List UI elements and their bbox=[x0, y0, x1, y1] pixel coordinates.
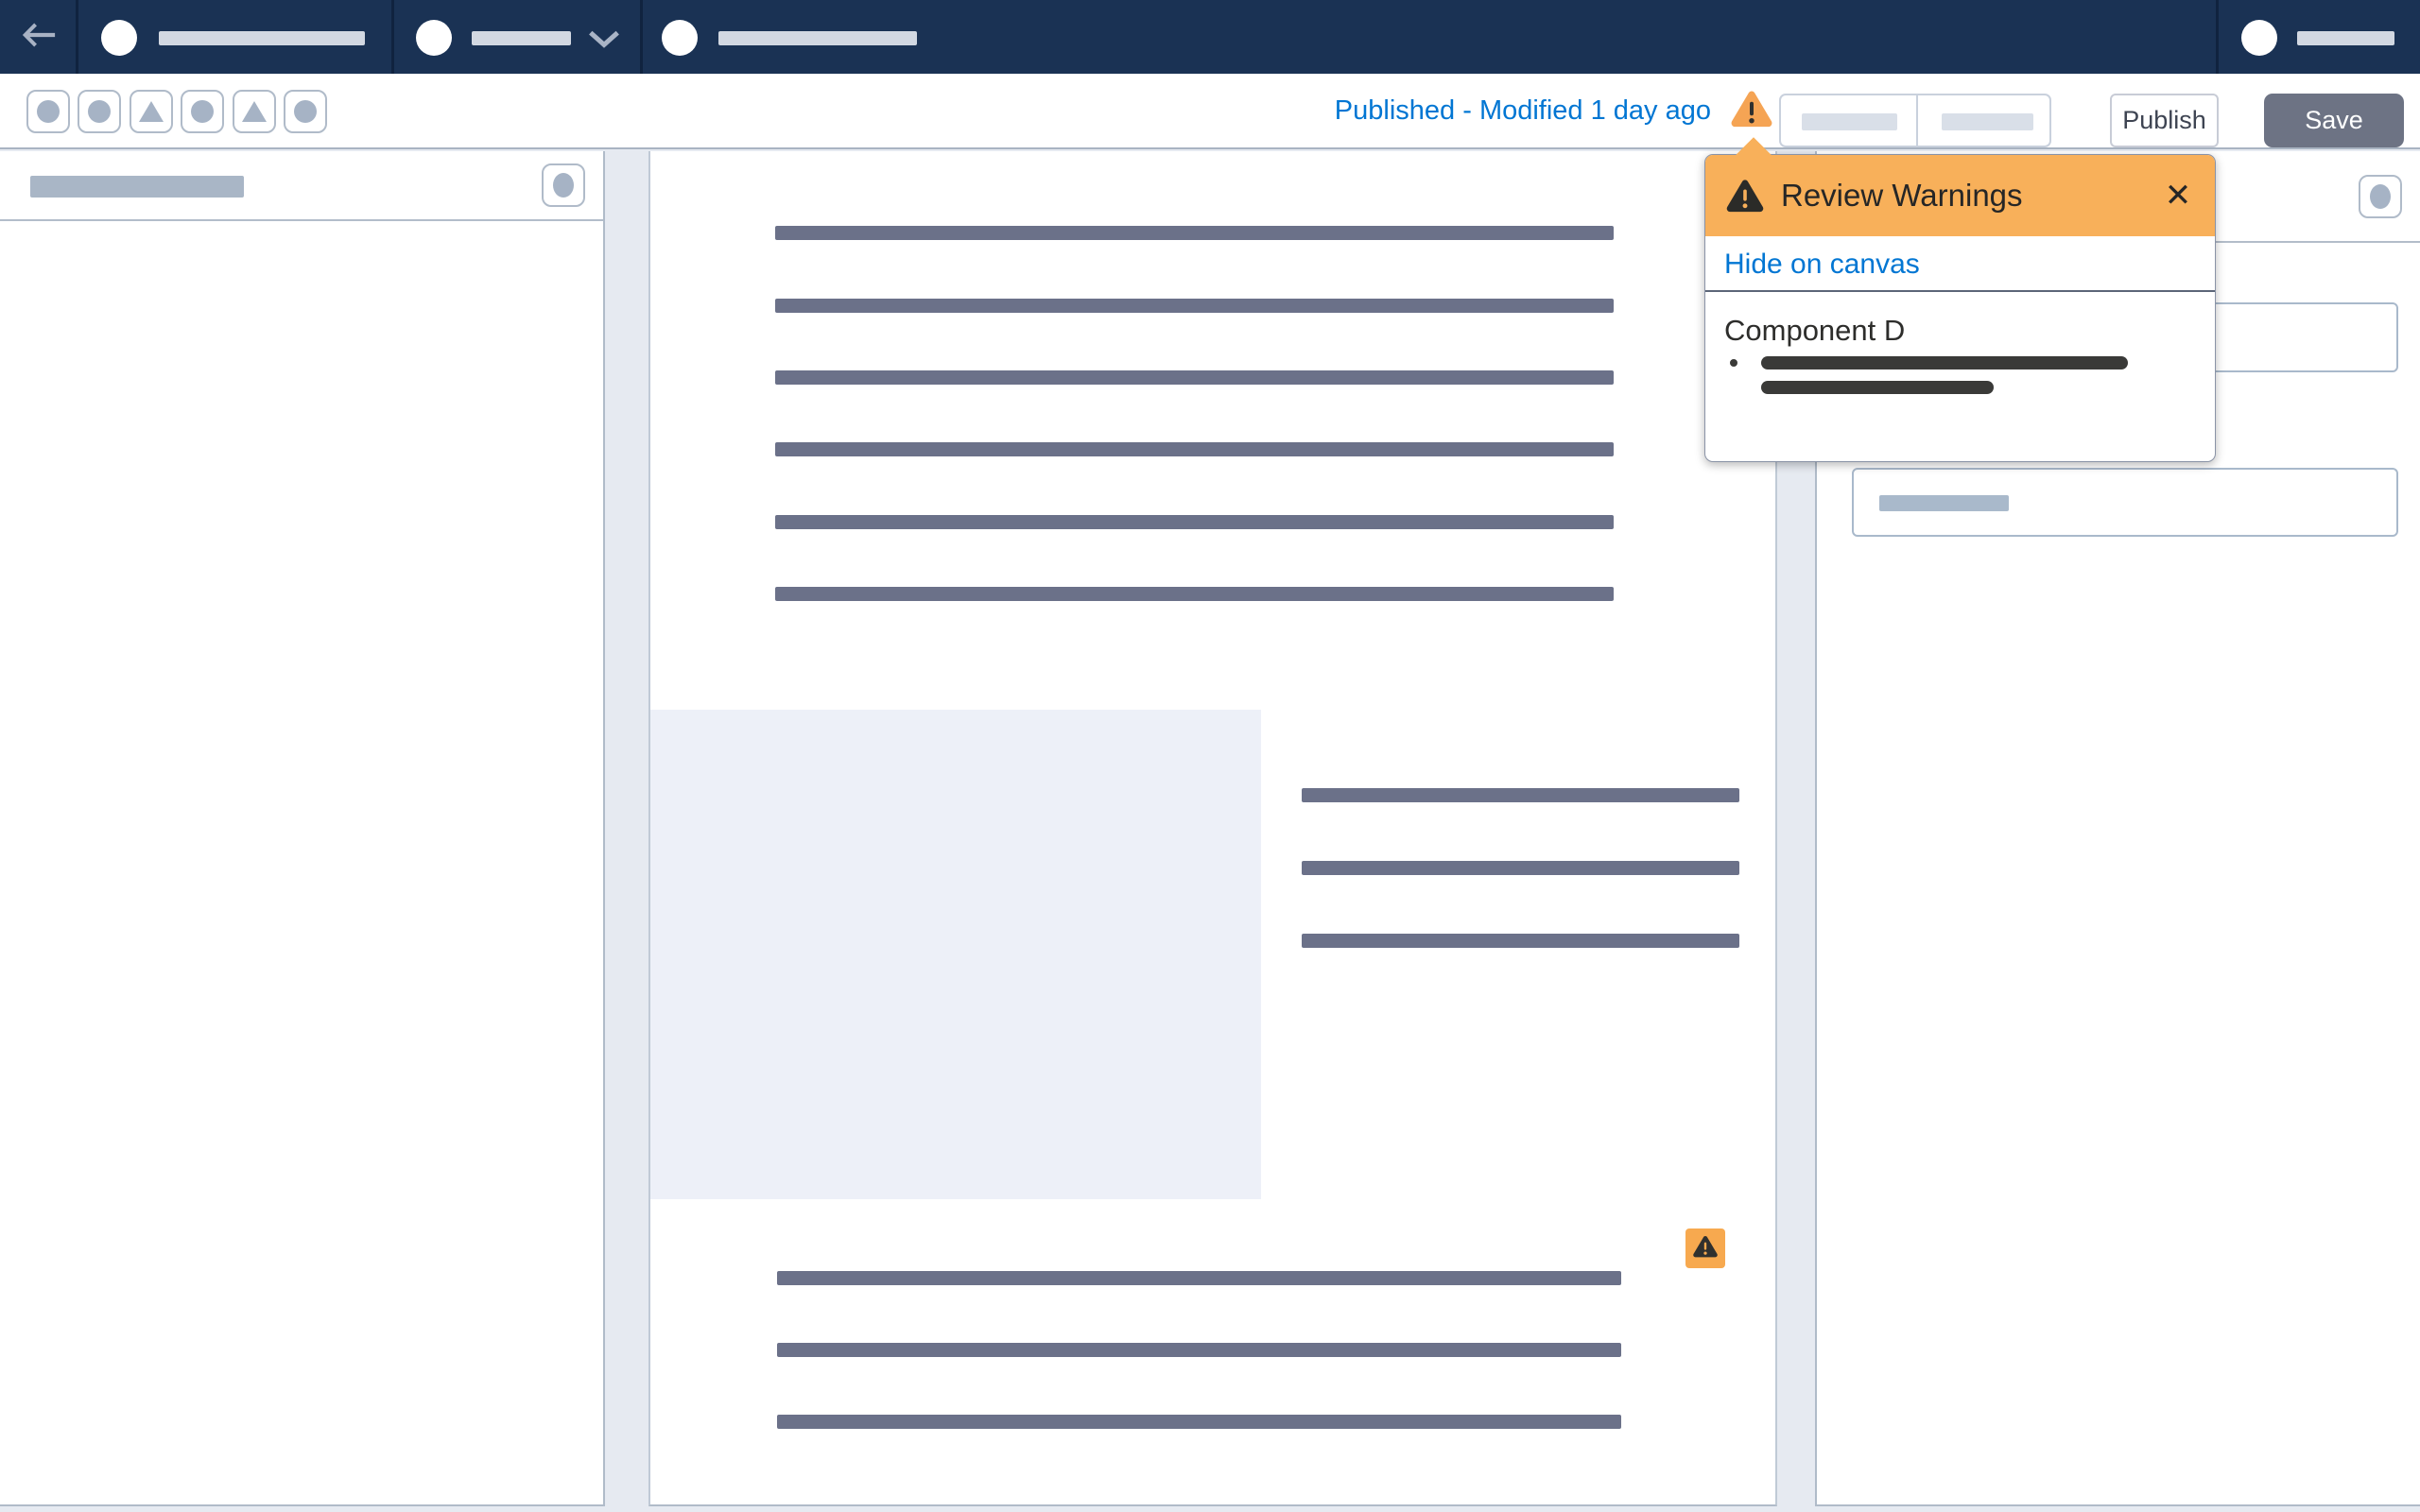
warning-text-placeholder bbox=[1761, 381, 1994, 394]
page-label-placeholder bbox=[718, 31, 917, 45]
save-button[interactable]: Save bbox=[2264, 94, 2404, 147]
text-placeholder-line bbox=[775, 299, 1614, 313]
text-placeholder-line bbox=[775, 515, 1614, 529]
toolbar-button-3[interactable] bbox=[130, 90, 173, 133]
topbar-divider bbox=[640, 0, 643, 74]
left-panel-action-button[interactable] bbox=[542, 163, 585, 207]
circle-icon bbox=[2370, 184, 2391, 209]
chevron-down-icon bbox=[586, 30, 622, 57]
text-placeholder-line bbox=[1302, 788, 1739, 802]
circle-icon bbox=[191, 100, 214, 123]
text-placeholder-line bbox=[1302, 861, 1739, 875]
warning-triangle-icon bbox=[1693, 1235, 1718, 1263]
app-window: Published - Modified 1 day ago Publish S… bbox=[0, 0, 2420, 1512]
top-navigation-bar bbox=[0, 0, 2420, 74]
user-avatar[interactable] bbox=[2241, 20, 2277, 56]
app-avatar bbox=[101, 20, 137, 56]
toolbar-button-6[interactable] bbox=[284, 90, 327, 133]
warning-text-placeholder bbox=[1761, 356, 2128, 369]
segment-label-placeholder bbox=[1802, 113, 1897, 130]
popover-header: Review Warnings ✕ bbox=[1705, 155, 2215, 236]
triangle-icon bbox=[139, 101, 164, 122]
input-value-placeholder bbox=[1879, 495, 2009, 511]
page-canvas[interactable] bbox=[648, 151, 1777, 1506]
topbar-divider bbox=[76, 0, 78, 74]
topbar-divider bbox=[2216, 0, 2219, 74]
text-placeholder-line bbox=[1302, 934, 1739, 948]
user-name-placeholder bbox=[2297, 31, 2394, 45]
context-label-placeholder bbox=[472, 31, 571, 45]
editor-toolbar: Published - Modified 1 day ago Publish S… bbox=[0, 74, 2420, 149]
triangle-icon bbox=[242, 101, 267, 122]
review-warnings-button[interactable] bbox=[1730, 89, 1773, 132]
back-button[interactable] bbox=[17, 18, 60, 56]
review-warnings-popover: Review Warnings ✕ Hide on canvas Compone… bbox=[1704, 137, 2216, 462]
close-icon[interactable]: ✕ bbox=[2156, 155, 2200, 236]
popover-divider bbox=[1705, 290, 2215, 292]
text-placeholder-line bbox=[777, 1415, 1621, 1429]
left-sidebar-panel bbox=[0, 151, 605, 1506]
context-avatar bbox=[416, 20, 452, 56]
right-panel-action-button[interactable] bbox=[2359, 175, 2402, 218]
segment-label-placeholder bbox=[1942, 113, 2033, 130]
warning-triangle-icon bbox=[1731, 90, 1772, 132]
text-placeholder-line bbox=[775, 442, 1614, 456]
component-name: Component D bbox=[1724, 314, 1906, 347]
panel-title-placeholder bbox=[30, 176, 244, 198]
property-input-2[interactable] bbox=[1852, 468, 2398, 537]
context-dropdown[interactable] bbox=[586, 25, 622, 53]
topbar-divider bbox=[391, 0, 394, 74]
text-placeholder-line bbox=[775, 587, 1614, 601]
bullet-dot bbox=[1730, 359, 1737, 367]
view-mode-switcher bbox=[1779, 94, 2051, 147]
circle-icon bbox=[37, 100, 60, 123]
publish-status-text: Published - Modified 1 day ago bbox=[1334, 95, 1711, 126]
image-placeholder bbox=[650, 710, 1261, 1199]
toolbar-button-2[interactable] bbox=[78, 90, 121, 133]
left-panel-header bbox=[0, 151, 603, 221]
text-placeholder-line bbox=[777, 1271, 1621, 1285]
text-placeholder-line bbox=[775, 370, 1614, 385]
text-placeholder-line bbox=[775, 226, 1614, 240]
circle-icon bbox=[553, 173, 574, 198]
page-avatar bbox=[662, 20, 698, 56]
warning-triangle-icon bbox=[1726, 179, 1764, 213]
toolbar-button-4[interactable] bbox=[181, 90, 224, 133]
popover-title: Review Warnings bbox=[1781, 178, 2023, 213]
arrow-left-icon bbox=[21, 22, 57, 53]
circle-icon bbox=[294, 100, 317, 123]
hide-on-canvas-link[interactable]: Hide on canvas bbox=[1724, 249, 1920, 281]
app-title-placeholder bbox=[159, 31, 365, 45]
text-placeholder-line bbox=[777, 1343, 1621, 1357]
publish-button[interactable]: Publish bbox=[2110, 94, 2219, 147]
circle-icon bbox=[88, 100, 111, 123]
component-warning-badge[interactable] bbox=[1685, 1228, 1725, 1268]
toolbar-button-5[interactable] bbox=[233, 90, 276, 133]
toolbar-button-1[interactable] bbox=[26, 90, 70, 133]
